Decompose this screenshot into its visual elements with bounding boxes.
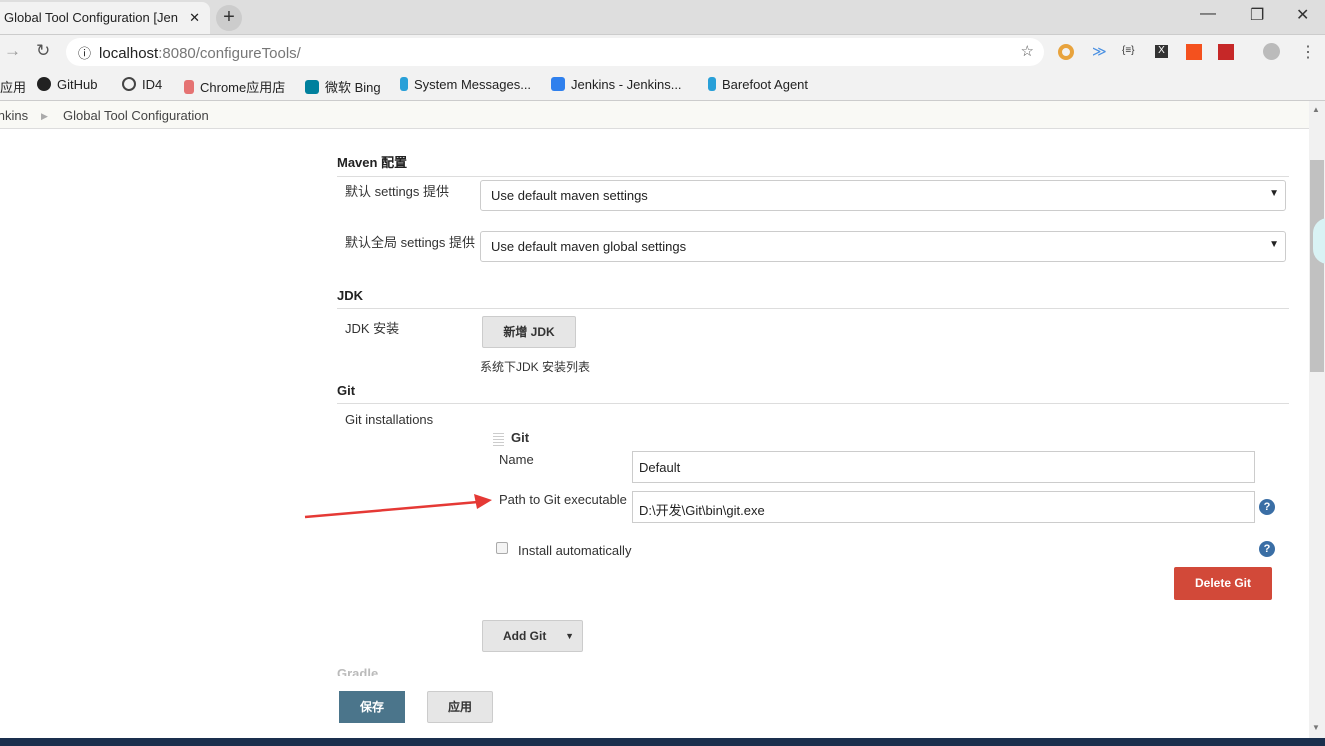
add-git-button[interactable]: Add Git ▼ xyxy=(482,620,583,652)
maven-settings-select[interactable]: Use default maven settings ▼ xyxy=(480,180,1286,211)
address-bar[interactable]: ⓘ localhost:8080/configureTools/ ☆ xyxy=(66,38,1044,66)
bookmark-id4[interactable]: ID4 xyxy=(122,77,162,92)
json-ext-icon[interactable]: {≡} xyxy=(1122,45,1135,56)
breadcrumb-separator-icon: ▶ xyxy=(41,111,48,121)
bookmark-chrome-store[interactable]: Chrome应用店 xyxy=(184,77,285,96)
browser-tab[interactable]: Global Tool Configuration [Jen ✕ xyxy=(0,2,210,34)
ext-chevrons-icon[interactable]: ≫ xyxy=(1092,43,1107,60)
install-automatically-label: Install automatically xyxy=(518,543,632,558)
breadcrumb: Jenkins ▶ Global Tool Configuration xyxy=(0,101,1309,129)
forward-icon[interactable]: → xyxy=(4,41,21,61)
git-path-label: Path to Git executable xyxy=(499,492,627,507)
git-section-title: Git xyxy=(337,383,1289,404)
breadcrumb-current[interactable]: Global Tool Configuration xyxy=(63,108,209,123)
bookmark-apps[interactable]: 应用 xyxy=(0,77,26,96)
add-jdk-button[interactable]: 新增 JDK xyxy=(482,316,576,348)
jenkins-icon xyxy=(551,77,565,91)
git-name-input[interactable]: Default xyxy=(632,451,1255,483)
barefoot-icon xyxy=(708,77,716,91)
close-tab-icon[interactable]: ✕ xyxy=(189,10,200,26)
save-button[interactable]: 保存 xyxy=(339,691,405,723)
scrollbar-thumb[interactable] xyxy=(1310,160,1324,372)
floating-widget[interactable] xyxy=(1313,218,1325,264)
chrome-store-icon xyxy=(184,80,194,94)
ext-icon[interactable] xyxy=(1186,44,1202,60)
url-host: localhost xyxy=(99,45,159,62)
barefoot-icon xyxy=(400,77,408,91)
info-icon[interactable]: ⓘ xyxy=(78,46,91,61)
install-automatically-checkbox[interactable] xyxy=(496,542,508,554)
github-icon xyxy=(37,77,51,91)
help-icon[interactable]: ? xyxy=(1259,499,1275,515)
bing-icon xyxy=(305,80,319,94)
tab-title: Global Tool Configuration [Jen xyxy=(4,10,178,25)
id4-icon xyxy=(122,77,136,91)
jdk-hint: 系统下JDK 安装列表 xyxy=(480,360,591,374)
profile-avatar[interactable] xyxy=(1263,43,1280,60)
reload-icon[interactable]: ↻ xyxy=(36,41,50,61)
bookmark-system-messages[interactable]: System Messages... xyxy=(400,77,531,92)
help-icon[interactable]: ? xyxy=(1259,541,1275,557)
taskbar xyxy=(0,738,1325,746)
restore-icon[interactable]: ❐ xyxy=(1250,5,1264,25)
bookmark-github[interactable]: GitHub xyxy=(37,77,97,92)
git-name-label: Name xyxy=(499,452,534,467)
menu-icon[interactable]: ⋮ xyxy=(1300,42,1316,62)
bookmark-jenkins[interactable]: Jenkins - Jenkins... xyxy=(551,77,682,92)
dropdown-arrow-icon: ▼ xyxy=(1269,188,1279,199)
annotation-arrow xyxy=(304,494,492,519)
maven-section-title: Maven 配置 xyxy=(337,152,1289,177)
bookmark-star-icon[interactable]: ☆ xyxy=(1021,42,1034,60)
maven-settings-label: 默认 settings 提供 xyxy=(345,184,450,199)
breadcrumb-jenkins[interactable]: Jenkins xyxy=(0,108,28,123)
url-path: :8080/configureTools/ xyxy=(158,45,301,62)
drag-handle-icon[interactable] xyxy=(493,431,504,446)
bookmarks-bar: 应用 GitHub ID4 Chrome应用店 微软 Bing System M… xyxy=(0,68,1325,101)
apply-button[interactable]: 应用 xyxy=(427,691,493,723)
dropdown-arrow-icon: ▼ xyxy=(565,631,574,641)
delete-git-button[interactable]: Delete Git xyxy=(1174,567,1272,600)
jdk-section-title: JDK xyxy=(337,288,1289,309)
close-window-icon[interactable]: ✕ xyxy=(1296,5,1309,25)
maven-global-settings-select[interactable]: Use default maven global settings ▼ xyxy=(480,231,1286,262)
git-installations-label: Git installations xyxy=(345,412,434,427)
x-ext-icon[interactable]: X xyxy=(1155,45,1168,58)
tab-bar: Global Tool Configuration [Jen ✕ + — ❐ ✕ xyxy=(0,0,1325,34)
maven-global-settings-label: 默认全局 settings 提供 xyxy=(345,235,476,250)
pdf-ext-icon[interactable] xyxy=(1218,44,1234,60)
bookmark-bing[interactable]: 微软 Bing xyxy=(305,77,381,96)
git-path-input[interactable]: D:\开发\Git\bin\git.exe xyxy=(632,491,1255,523)
new-tab-button[interactable]: + xyxy=(216,5,242,31)
gradle-section-title: Gradle xyxy=(337,666,379,676)
chrome-ext-icon[interactable] xyxy=(1058,44,1074,60)
bookmark-barefoot[interactable]: Barefoot Agent xyxy=(708,77,808,92)
minimize-icon[interactable]: — xyxy=(1200,5,1216,23)
dropdown-arrow-icon: ▼ xyxy=(1269,239,1279,250)
jdk-install-label: JDK 安装 xyxy=(345,321,400,336)
git-item-title: Git xyxy=(511,430,530,445)
